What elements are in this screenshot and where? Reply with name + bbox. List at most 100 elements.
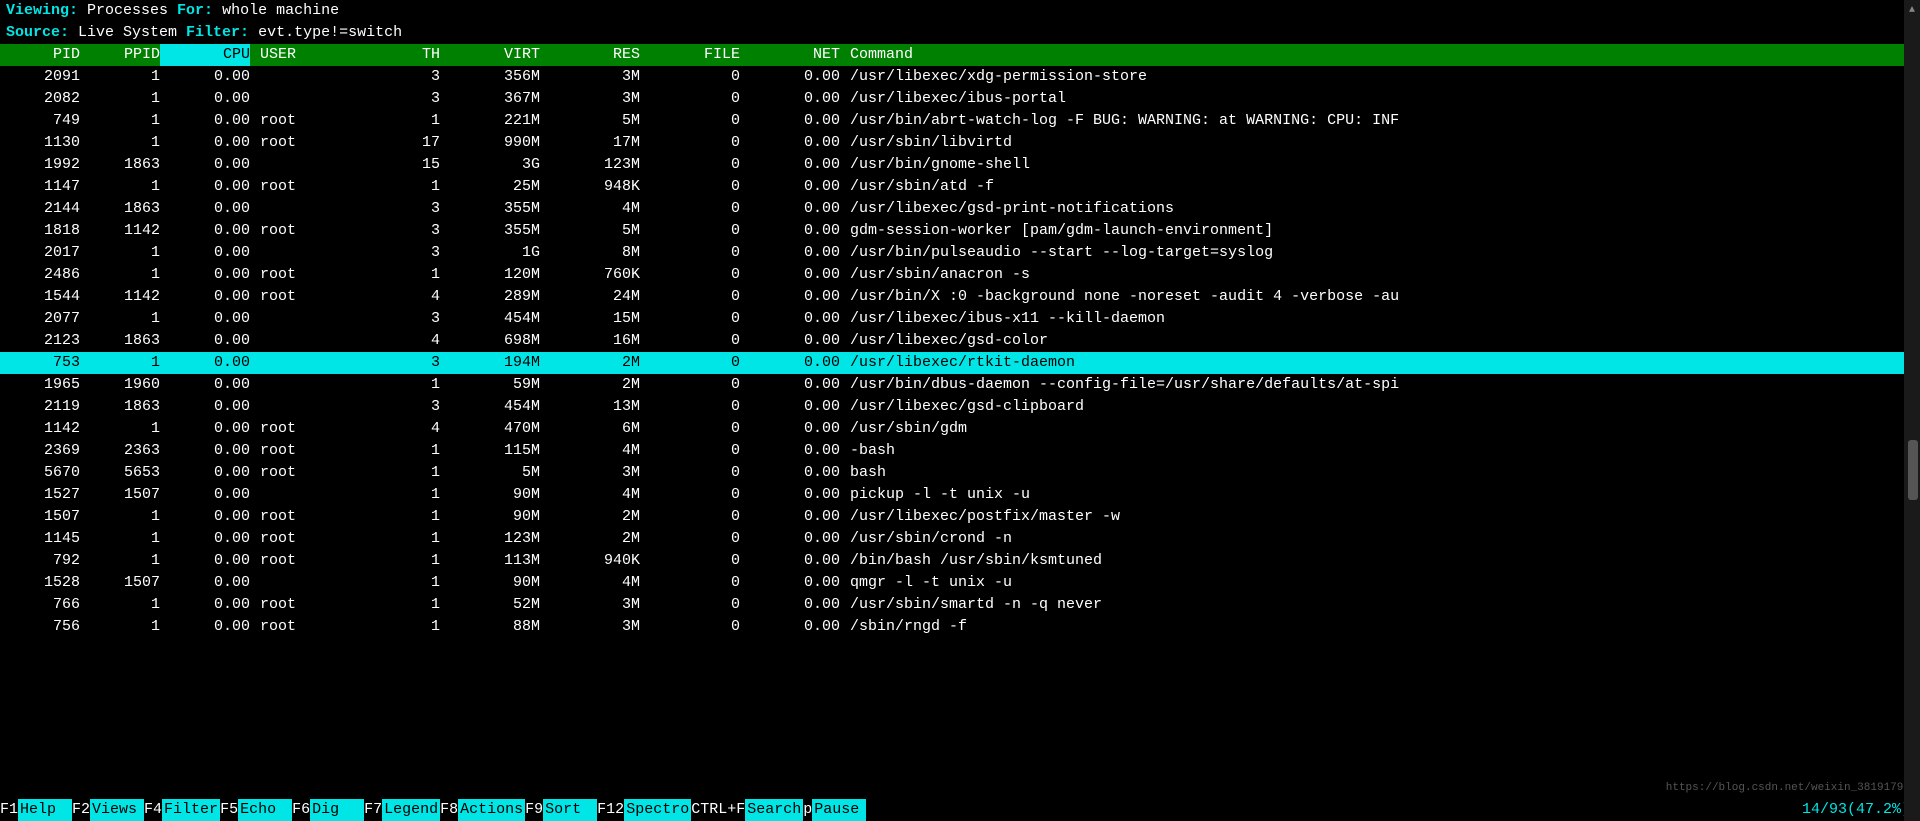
cell-cmd: /usr/sbin/anacron -s: [840, 264, 1920, 286]
table-row[interactable]: 208210.003367M3M00.00/usr/libexec/ibus-p…: [0, 88, 1920, 110]
cell-pid: 1544: [0, 286, 80, 308]
cell-res: 16M: [540, 330, 640, 352]
scroll-up-icon[interactable]: ▲: [1904, 0, 1920, 16]
table-row[interactable]: 212318630.004698M16M00.00/usr/libexec/gs…: [0, 330, 1920, 352]
filter-label: Filter:: [186, 24, 249, 41]
cell-file: 0: [640, 572, 740, 594]
table-row[interactable]: 114510.00root1123M2M00.00/usr/sbin/crond…: [0, 528, 1920, 550]
scrollbar[interactable]: ▲: [1904, 0, 1920, 821]
table-row[interactable]: 211918630.003454M13M00.00/usr/libexec/gs…: [0, 396, 1920, 418]
cell-cmd: /usr/libexec/gsd-clipboard: [840, 396, 1920, 418]
cell-file: 0: [640, 396, 740, 418]
table-row[interactable]: 74910.00root1221M5M00.00/usr/bin/abrt-wa…: [0, 110, 1920, 132]
table-row[interactable]: 152715070.00190M4M00.00pickup -l -t unix…: [0, 484, 1920, 506]
process-table-body: 209110.003356M3M00.00/usr/libexec/xdg-pe…: [0, 66, 1920, 638]
col-cmd[interactable]: Command: [840, 44, 1920, 66]
cell-th: 1: [320, 550, 440, 572]
fkey-f4[interactable]: F4Filter: [144, 799, 220, 821]
cell-user: [250, 374, 320, 396]
cell-virt: 123M: [440, 528, 540, 550]
cell-res: 3M: [540, 66, 640, 88]
table-row[interactable]: 75310.003194M2M00.00/usr/libexec/rtkit-d…: [0, 352, 1920, 374]
cell-user: root: [250, 462, 320, 484]
cell-cpu: 0.00: [160, 66, 250, 88]
cell-ppid: 1960: [80, 374, 160, 396]
fkey-key: F6: [292, 799, 310, 821]
cell-user: root: [250, 440, 320, 462]
cell-user: [250, 154, 320, 176]
cell-user: [250, 88, 320, 110]
cell-net: 0.00: [740, 88, 840, 110]
col-ppid[interactable]: PPID: [80, 44, 160, 66]
cell-pid: 2369: [0, 440, 80, 462]
table-row[interactable]: 181811420.00root3355M5M00.00gdm-session-…: [0, 220, 1920, 242]
cell-pid: 1145: [0, 528, 80, 550]
cell-file: 0: [640, 352, 740, 374]
col-res[interactable]: RES: [540, 44, 640, 66]
cell-ppid: 1142: [80, 286, 160, 308]
cell-virt: 194M: [440, 352, 540, 374]
cell-cmd: /usr/sbin/smartd -n -q never: [840, 594, 1920, 616]
table-row[interactable]: 199218630.00153G123M00.00/usr/bin/gnome-…: [0, 154, 1920, 176]
cell-ppid: 1: [80, 352, 160, 374]
cell-res: 2M: [540, 506, 640, 528]
table-row[interactable]: 150710.00root190M2M00.00/usr/libexec/pos…: [0, 506, 1920, 528]
table-row[interactable]: 209110.003356M3M00.00/usr/libexec/xdg-pe…: [0, 66, 1920, 88]
col-user[interactable]: USER: [250, 44, 320, 66]
col-file[interactable]: FILE: [640, 44, 740, 66]
cell-net: 0.00: [740, 308, 840, 330]
table-row[interactable]: 79210.00root1113M940K00.00/bin/bash /usr…: [0, 550, 1920, 572]
fkey-f12[interactable]: F12Spectro: [597, 799, 691, 821]
cell-pid: 5670: [0, 462, 80, 484]
table-row[interactable]: 248610.00root1120M760K00.00/usr/sbin/ana…: [0, 264, 1920, 286]
cell-ppid: 2363: [80, 440, 160, 462]
cell-ppid: 1: [80, 418, 160, 440]
fkey-f9[interactable]: F9Sort: [525, 799, 597, 821]
col-th[interactable]: TH: [320, 44, 440, 66]
fkey-f5[interactable]: F5Echo: [220, 799, 292, 821]
scroll-thumb[interactable]: [1908, 440, 1918, 500]
cell-pid: 2119: [0, 396, 80, 418]
cell-virt: 355M: [440, 220, 540, 242]
fkey-f7[interactable]: F7Legend: [364, 799, 440, 821]
cell-ppid: 1507: [80, 572, 160, 594]
cell-cpu: 0.00: [160, 418, 250, 440]
table-row[interactable]: 76610.00root152M3M00.00/usr/sbin/smartd …: [0, 594, 1920, 616]
col-net[interactable]: NET: [740, 44, 840, 66]
cell-res: 15M: [540, 308, 640, 330]
table-row[interactable]: 196519600.00159M2M00.00/usr/bin/dbus-dae…: [0, 374, 1920, 396]
cell-virt: 356M: [440, 66, 540, 88]
table-row[interactable]: 75610.00root188M3M00.00/sbin/rngd -f: [0, 616, 1920, 638]
table-row[interactable]: 154411420.00root4289M24M00.00/usr/bin/X …: [0, 286, 1920, 308]
table-row[interactable]: 114710.00root125M948K00.00/usr/sbin/atd …: [0, 176, 1920, 198]
col-virt[interactable]: VIRT: [440, 44, 540, 66]
cell-ppid: 1863: [80, 330, 160, 352]
cell-th: 1: [320, 616, 440, 638]
source-label: Source:: [6, 24, 69, 41]
col-cpu[interactable]: CPU: [160, 44, 250, 66]
cell-net: 0.00: [740, 110, 840, 132]
table-row[interactable]: 207710.003454M15M00.00/usr/libexec/ibus-…: [0, 308, 1920, 330]
cell-file: 0: [640, 110, 740, 132]
table-row[interactable]: 567056530.00root15M3M00.00bash: [0, 462, 1920, 484]
table-row[interactable]: 236923630.00root1115M4M00.00-bash: [0, 440, 1920, 462]
fkey-f6[interactable]: F6Dig: [292, 799, 364, 821]
fkey-f2[interactable]: F2Views: [72, 799, 144, 821]
fkey-p[interactable]: p Pause: [803, 799, 866, 821]
cell-cmd: /usr/bin/pulseaudio --start --log-target…: [840, 242, 1920, 264]
cell-net: 0.00: [740, 462, 840, 484]
fkey-ctrl+f[interactable]: CTRL+FSearch: [691, 799, 803, 821]
table-row[interactable]: 113010.00root17990M17M00.00/usr/sbin/lib…: [0, 132, 1920, 154]
cell-pid: 1130: [0, 132, 80, 154]
cell-ppid: 1: [80, 66, 160, 88]
fkey-f8[interactable]: F8Actions: [440, 799, 525, 821]
col-pid[interactable]: PID: [0, 44, 80, 66]
cell-ppid: 1: [80, 110, 160, 132]
fkey-f1[interactable]: F1Help: [0, 799, 72, 821]
table-row[interactable]: 214418630.003355M4M00.00/usr/libexec/gsd…: [0, 198, 1920, 220]
table-row[interactable]: 152815070.00190M4M00.00qmgr -l -t unix -…: [0, 572, 1920, 594]
source-value: Live System: [69, 24, 186, 41]
table-row[interactable]: 201710.0031G8M00.00/usr/bin/pulseaudio -…: [0, 242, 1920, 264]
table-row[interactable]: 114210.00root4470M6M00.00/usr/sbin/gdm: [0, 418, 1920, 440]
cell-pid: 2077: [0, 308, 80, 330]
